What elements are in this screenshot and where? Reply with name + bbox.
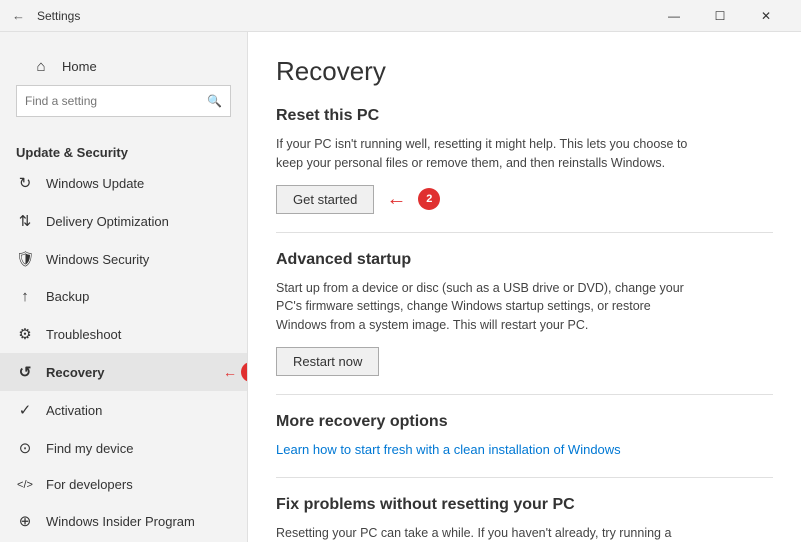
sidebar-item-label: Troubleshoot xyxy=(46,327,121,342)
fix-title: Fix problems without resetting your PC xyxy=(276,496,773,514)
search-input[interactable] xyxy=(25,94,207,108)
sidebar-item-home[interactable]: ⌂ Home xyxy=(16,48,231,85)
sidebar-item-label: Windows Update xyxy=(46,176,144,191)
sidebar-item-windows-insider[interactable]: ⊕ Windows Insider Program xyxy=(0,502,247,540)
sidebar-item-delivery-optimization[interactable]: ⇅ Delivery Optimization xyxy=(0,202,247,240)
insider-icon: ⊕ xyxy=(16,512,34,530)
app-body: ⌂ Home 🔍 Update & Security ↻ Windows Upd… xyxy=(0,32,801,542)
sidebar-item-label: Delivery Optimization xyxy=(46,214,169,229)
sidebar-item-backup[interactable]: ↑ Backup xyxy=(0,278,247,315)
reset-section: Reset this PC If your PC isn't running w… xyxy=(276,107,773,214)
sidebar-item-activation[interactable]: ✓ Activation xyxy=(0,391,247,429)
reset-title: Reset this PC xyxy=(276,107,773,125)
minimize-button[interactable]: — xyxy=(651,0,697,32)
sidebar-item-label: Windows Security xyxy=(46,252,149,267)
sidebar-item-recovery[interactable]: ↺ Recovery ← 1 xyxy=(0,353,247,391)
restart-now-button[interactable]: Restart now xyxy=(276,347,379,376)
sidebar-item-label: Activation xyxy=(46,403,102,418)
sidebar-item-label: Backup xyxy=(46,289,89,304)
recovery-icon: ↺ xyxy=(16,363,34,381)
shield-icon: 🛡 xyxy=(16,250,34,268)
section-label: Update & Security xyxy=(0,137,247,164)
home-icon: ⌂ xyxy=(32,58,50,75)
divider-3 xyxy=(276,477,773,478)
advanced-section: Advanced startup Start up from a device … xyxy=(276,251,773,376)
search-box[interactable]: 🔍 xyxy=(16,85,231,117)
close-button[interactable]: ✕ xyxy=(743,0,789,32)
get-started-button[interactable]: Get started xyxy=(276,185,374,214)
sidebar-header: ⌂ Home 🔍 xyxy=(0,32,247,137)
search-icon: 🔍 xyxy=(207,94,222,108)
sidebar-item-label: For developers xyxy=(46,477,133,492)
more-options-title: More recovery options xyxy=(276,413,773,431)
home-label: Home xyxy=(62,59,97,74)
sidebar-item-troubleshoot[interactable]: ⚙ Troubleshoot xyxy=(0,315,247,353)
windows-update-icon: ↻ xyxy=(16,174,34,192)
advanced-title: Advanced startup xyxy=(276,251,773,269)
clean-install-link[interactable]: Learn how to start fresh with a clean in… xyxy=(276,442,621,457)
sidebar: ⌂ Home 🔍 Update & Security ↻ Windows Upd… xyxy=(0,32,248,542)
developers-icon: </> xyxy=(16,479,34,491)
maximize-button[interactable]: ☐ xyxy=(697,0,743,32)
activation-icon: ✓ xyxy=(16,401,34,419)
window-controls: — ☐ ✕ xyxy=(651,0,789,32)
titlebar: ← Settings — ☐ ✕ xyxy=(0,0,801,32)
divider-2 xyxy=(276,394,773,395)
page-title: Recovery xyxy=(276,56,773,87)
delivery-icon: ⇅ xyxy=(16,212,34,230)
sidebar-item-for-developers[interactable]: </> For developers xyxy=(0,467,247,502)
find-device-icon: ⊙ xyxy=(16,439,34,457)
fix-description: Resetting your PC can take a while. If y… xyxy=(276,524,696,542)
sidebar-item-label: Find my device xyxy=(46,441,133,456)
reset-description: If your PC isn't running well, resetting… xyxy=(276,135,696,173)
sidebar-item-label: Windows Insider Program xyxy=(46,514,195,529)
back-button[interactable]: ← xyxy=(12,8,25,23)
arrow-right-icon: ← xyxy=(386,188,406,211)
sidebar-item-windows-update[interactable]: ↻ Windows Update xyxy=(0,164,247,202)
app-title: Settings xyxy=(37,9,651,23)
sidebar-item-find-my-device[interactable]: ⊙ Find my device xyxy=(0,429,247,467)
backup-icon: ↑ xyxy=(16,288,34,305)
annotation-1: 1 xyxy=(241,362,248,382)
divider-1 xyxy=(276,232,773,233)
more-options-section: More recovery options Learn how to start… xyxy=(276,413,773,459)
get-started-row: Get started ← 2 xyxy=(276,185,773,214)
sidebar-item-label: Recovery xyxy=(46,365,105,380)
fix-section: Fix problems without resetting your PC R… xyxy=(276,496,773,542)
troubleshoot-icon: ⚙ xyxy=(16,325,34,343)
advanced-description: Start up from a device or disc (such as … xyxy=(276,279,696,335)
sidebar-item-windows-security[interactable]: 🛡 Windows Security xyxy=(0,240,247,278)
main-content: Recovery Reset this PC If your PC isn't … xyxy=(248,32,801,542)
annotation-2: 2 xyxy=(418,188,440,210)
